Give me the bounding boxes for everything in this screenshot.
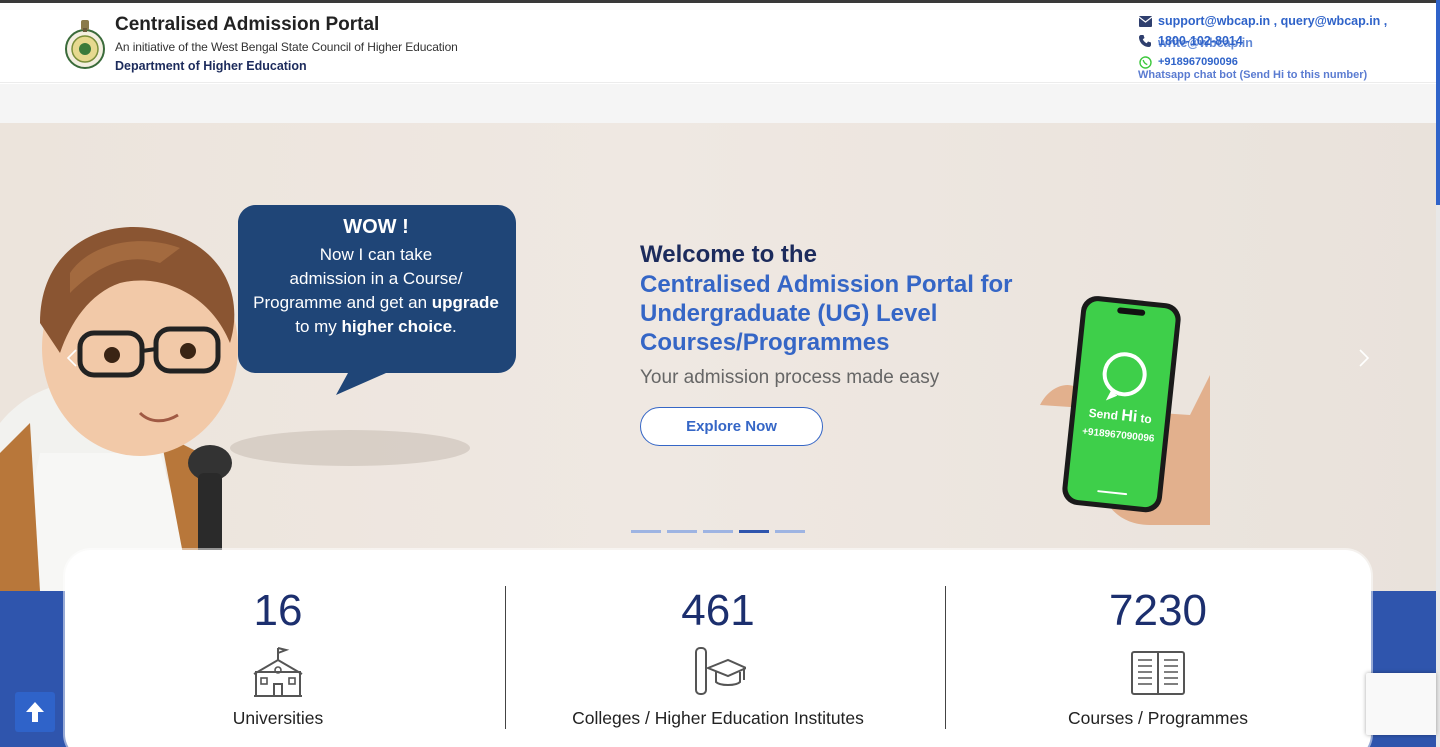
stat-colleges: 461 Colleges / Higher Education Institut… bbox=[498, 550, 938, 747]
email-addresses[interactable]: support@wbcap.in , query@wbcap.in , bbox=[1158, 14, 1387, 28]
page-scrollbar-thumb[interactable] bbox=[1436, 0, 1440, 205]
hero-headline: Centralised Admission Portal for Undergr… bbox=[640, 271, 1013, 356]
email-contact[interactable]: support@wbcap.in , query@wbcap.in , bbox=[1138, 14, 1387, 28]
carousel-dot[interactable] bbox=[667, 530, 697, 533]
carousel-prev-arrow[interactable] bbox=[62, 348, 82, 368]
stat-label: Colleges / Higher Education Institutes bbox=[572, 708, 864, 728]
graduation-cap-scroll-icon bbox=[695, 647, 746, 695]
whatsapp-icon bbox=[1138, 55, 1152, 69]
stats-card: 16 Universities 461 Colleges / Higher Ed… bbox=[65, 550, 1371, 747]
university-building-icon bbox=[253, 647, 303, 697]
stat-courses: 7230 Courses / Programmes bbox=[938, 550, 1378, 747]
hero-tagline: Your admission process made easy bbox=[640, 367, 940, 388]
bubble-line-3-pre: Programme and get an bbox=[253, 293, 432, 312]
envelope-icon bbox=[1138, 14, 1152, 28]
nav-strip bbox=[0, 84, 1436, 123]
bubble-line-4-pre: to my bbox=[295, 317, 342, 336]
stat-universities: 16 Universities bbox=[58, 550, 498, 747]
state-emblem-logo bbox=[65, 20, 105, 69]
carousel-dot[interactable] bbox=[703, 530, 733, 533]
stat-label: Universities bbox=[232, 708, 324, 728]
carousel-dot-active[interactable] bbox=[739, 530, 769, 533]
phone-to-text: to bbox=[1140, 411, 1153, 426]
carousel-next-arrow[interactable] bbox=[1354, 348, 1374, 368]
recaptcha-badge[interactable] bbox=[1366, 673, 1436, 735]
speech-bubble-text: WOW ! Now I can take admission in a Cour… bbox=[236, 215, 516, 339]
bubble-line-1: Now I can take bbox=[319, 245, 433, 264]
stat-value: 7230 bbox=[1109, 586, 1207, 635]
whatsapp-chatbot-note: Whatsapp chat bot (Send Hi to this numbe… bbox=[1138, 69, 1368, 81]
bubble-wow: WOW ! bbox=[343, 216, 409, 238]
whatsapp-contact[interactable]: +918967090096 bbox=[1138, 55, 1238, 69]
bubble-line-4-bold: higher choice bbox=[341, 317, 453, 336]
bubble-line-4-post: . bbox=[452, 317, 457, 336]
portal-subtitle: An initiative of the West Bengal State C… bbox=[115, 40, 458, 54]
bubble-line-2: admission in a Course/ bbox=[289, 269, 463, 288]
stat-value: 461 bbox=[681, 586, 755, 635]
whatsapp-phone-illustration: Send Hi to +918967090096 bbox=[1040, 296, 1210, 525]
arrow-up-icon bbox=[26, 702, 44, 722]
email-overlap[interactable]: write@wbcap.in bbox=[1158, 36, 1253, 50]
carousel-dot[interactable] bbox=[775, 530, 805, 533]
bubble-line-3-bold: upgrade bbox=[431, 293, 499, 312]
phone-hi-text: Hi bbox=[1120, 407, 1138, 426]
explore-now-button[interactable]: Explore Now bbox=[640, 407, 823, 446]
carousel-dot[interactable] bbox=[631, 530, 661, 533]
stat-value: 16 bbox=[253, 586, 303, 635]
portal-title: Centralised Admission Portal bbox=[115, 14, 380, 35]
carousel-indicators bbox=[631, 530, 805, 533]
whatsapp-number[interactable]: +918967090096 bbox=[1158, 56, 1238, 68]
back-to-top-button[interactable] bbox=[15, 692, 55, 732]
phone-icon bbox=[1138, 34, 1152, 48]
chevron-left-icon bbox=[66, 349, 77, 367]
hero-carousel: WOW ! Now I can take admission in a Cour… bbox=[0, 123, 1436, 591]
stat-label: Courses / Programmes bbox=[1068, 708, 1248, 728]
department-name: Department of Higher Education bbox=[115, 59, 307, 73]
chevron-right-icon bbox=[1359, 349, 1370, 367]
welcome-heading: Welcome to the bbox=[640, 241, 817, 268]
site-header: Centralised Admission Portal An initiati… bbox=[0, 3, 1436, 83]
open-book-icon bbox=[1131, 651, 1185, 695]
